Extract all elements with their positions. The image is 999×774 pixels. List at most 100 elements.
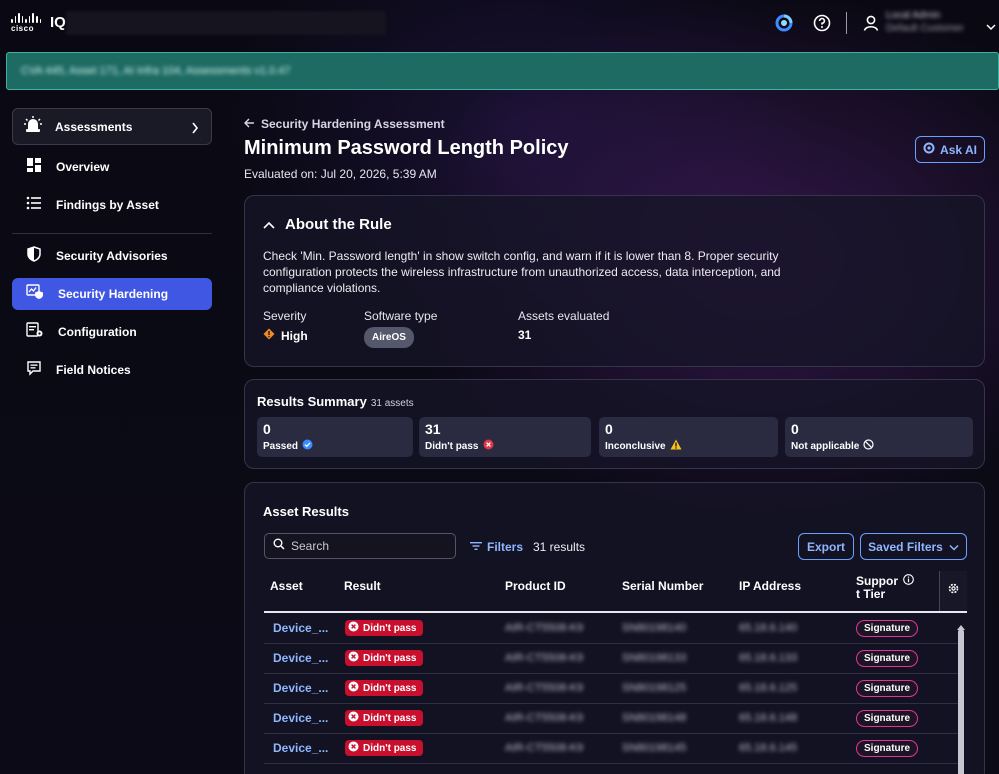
tenant-selector[interactable] [66, 11, 386, 35]
search-box[interactable] [264, 533, 456, 559]
back-link-label: Security Hardening Assessment [261, 117, 445, 131]
sidebar-item-label: Findings by Asset [56, 198, 159, 212]
serial-number: SN80198145 [622, 742, 687, 754]
table-scrollbar[interactable] [957, 617, 965, 774]
cisco-logo-bars [11, 13, 42, 23]
siren-icon [23, 115, 43, 138]
error-circle-icon [348, 681, 359, 695]
column-product-id[interactable]: Product ID [505, 580, 566, 593]
table-row[interactable]: Device_... Didn't pass AIR-CT5508-K9 SN8… [264, 644, 959, 674]
hardening-icon [26, 283, 44, 305]
filters-button[interactable]: Filters [470, 540, 523, 554]
back-link[interactable]: Security Hardening Assessment [243, 117, 445, 131]
about-rule-heading: About the Rule [285, 216, 392, 233]
cisco-logo[interactable]: cisco [11, 13, 42, 33]
stat-inconclusive[interactable]: 0 Inconclusive [599, 417, 778, 457]
table-row[interactable]: Device_... Didn't pass AIR-CT5508-K9 SN8… [264, 674, 959, 704]
ai-assistant-icon[interactable] [773, 12, 795, 34]
sidebar: Assessments Overview Findings by Asset S… [12, 108, 212, 386]
filters-label: Filters [487, 540, 524, 554]
ip-address: 65.18.6.133 [739, 652, 798, 664]
table-row[interactable]: Device_... Didn't pass AIR-CT5508-K9 SN8… [264, 734, 959, 764]
sidebar-item-field-notices[interactable]: Field Notices [12, 354, 212, 386]
sidebar-item-label: Field Notices [56, 363, 131, 377]
column-serial-number[interactable]: Serial Number [622, 580, 703, 593]
severity-value: High [263, 328, 308, 343]
stat-label-text: Passed [263, 440, 299, 452]
ip-address: 65.18.6.125 [739, 682, 798, 694]
error-circle-icon [483, 439, 494, 453]
warning-icon [670, 439, 682, 453]
asset-link[interactable]: Device_... [273, 681, 328, 695]
saved-filters-button[interactable]: Saved Filters [860, 533, 967, 560]
result-text: Didn't pass [363, 712, 417, 724]
info-icon[interactable] [903, 574, 914, 588]
product-id: AIR-CT5508-K9 [505, 742, 584, 754]
result-text: Didn't pass [363, 742, 417, 754]
asset-link[interactable]: Device_... [273, 651, 328, 665]
stat-didnt-pass[interactable]: 31 Didn't pass [419, 417, 591, 457]
search-input[interactable] [291, 539, 441, 553]
sidebar-header-label: Assessments [55, 119, 133, 134]
asset-link[interactable]: Device_... [273, 711, 328, 725]
ip-address: 65.18.6.145 [739, 742, 798, 754]
sidebar-item-configuration[interactable]: Configuration [12, 316, 212, 348]
severity-high-icon [263, 328, 275, 343]
evaluated-timestamp: Evaluated on: Jul 20, 2026, 5:39 AM [244, 167, 437, 181]
table-header: Asset Result Product ID Serial Number IP… [264, 571, 967, 613]
column-asset[interactable]: Asset [270, 580, 303, 593]
not-applicable-icon [863, 439, 874, 453]
product-id: AIR-CT5508-K9 [505, 682, 584, 694]
table-row[interactable]: Device_... Didn't pass AIR-CT5508-K9 SN8… [264, 614, 959, 644]
sidebar-item-security-advisories[interactable]: Security Advisories [12, 240, 212, 272]
serial-number: SN80198125 [622, 682, 687, 694]
result-badge: Didn't pass [345, 710, 423, 726]
stat-not-applicable[interactable]: 0 Not applicable [785, 417, 973, 457]
results-summary-count: 31 assets [370, 398, 414, 409]
assets-evaluated-value: 31 [518, 328, 532, 342]
user-icon[interactable] [860, 12, 882, 34]
error-circle-icon [348, 621, 359, 635]
product-name: IQ [50, 14, 66, 31]
support-tier-badge: Signature [856, 680, 919, 697]
chevron-up-icon [263, 216, 275, 233]
ai-assistant-icon [923, 142, 935, 157]
banner-text: CVA 445, Asset 171, AI Infra 104, Assess… [21, 65, 291, 77]
user-menu[interactable]: Local Admin Default Customer [886, 10, 981, 34]
stat-number: 0 [263, 421, 271, 437]
sidebar-item-overview[interactable]: Overview [12, 151, 212, 183]
table-row[interactable]: Device_... Didn't pass AIR-CT5508-K9 SN8… [264, 704, 959, 734]
sidebar-item-label: Security Hardening [58, 287, 169, 301]
shield-icon [26, 245, 42, 267]
column-result[interactable]: Result [344, 580, 381, 593]
top-bar: cisco IQ Local Admin Default Customer [0, 0, 999, 46]
sidebar-divider [12, 233, 212, 234]
column-settings-button[interactable] [939, 571, 967, 611]
export-button[interactable]: Export [798, 533, 854, 560]
column-ip-address[interactable]: IP Address [739, 580, 801, 593]
asset-link[interactable]: Device_... [273, 621, 328, 635]
scrollbar-thumb[interactable] [958, 629, 964, 774]
stat-passed[interactable]: 0 Passed [257, 417, 413, 457]
asset-link[interactable]: Device_... [273, 741, 328, 755]
column-support-tier[interactable]: Suppor t Tier [856, 574, 914, 601]
serial-number: SN80198133 [622, 652, 687, 664]
error-circle-icon [348, 651, 359, 665]
sidebar-header-assessments[interactable]: Assessments [12, 108, 212, 145]
stat-label: Passed [263, 439, 407, 453]
gear-icon [947, 582, 960, 600]
about-rule-toggle[interactable]: About the Rule [263, 216, 392, 233]
stat-number: 31 [425, 421, 441, 437]
product-id: AIR-CT5508-K9 [505, 712, 584, 724]
user-org: Default Customer [886, 23, 964, 34]
sidebar-item-security-hardening[interactable]: Security Hardening [12, 278, 212, 310]
arrow-left-icon [243, 117, 255, 131]
list-icon [26, 195, 42, 216]
page-title: Minimum Password Length Policy [244, 137, 569, 159]
sidebar-item-findings-by-asset[interactable]: Findings by Asset [12, 189, 212, 221]
saved-filters-label: Saved Filters [868, 539, 943, 554]
help-icon[interactable] [811, 12, 833, 34]
ask-ai-button[interactable]: Ask AI [915, 136, 985, 163]
results-summary-card: Results Summary 31 assets 0 Passed 31 Did… [244, 379, 985, 469]
chevron-down-icon[interactable] [986, 18, 996, 36]
